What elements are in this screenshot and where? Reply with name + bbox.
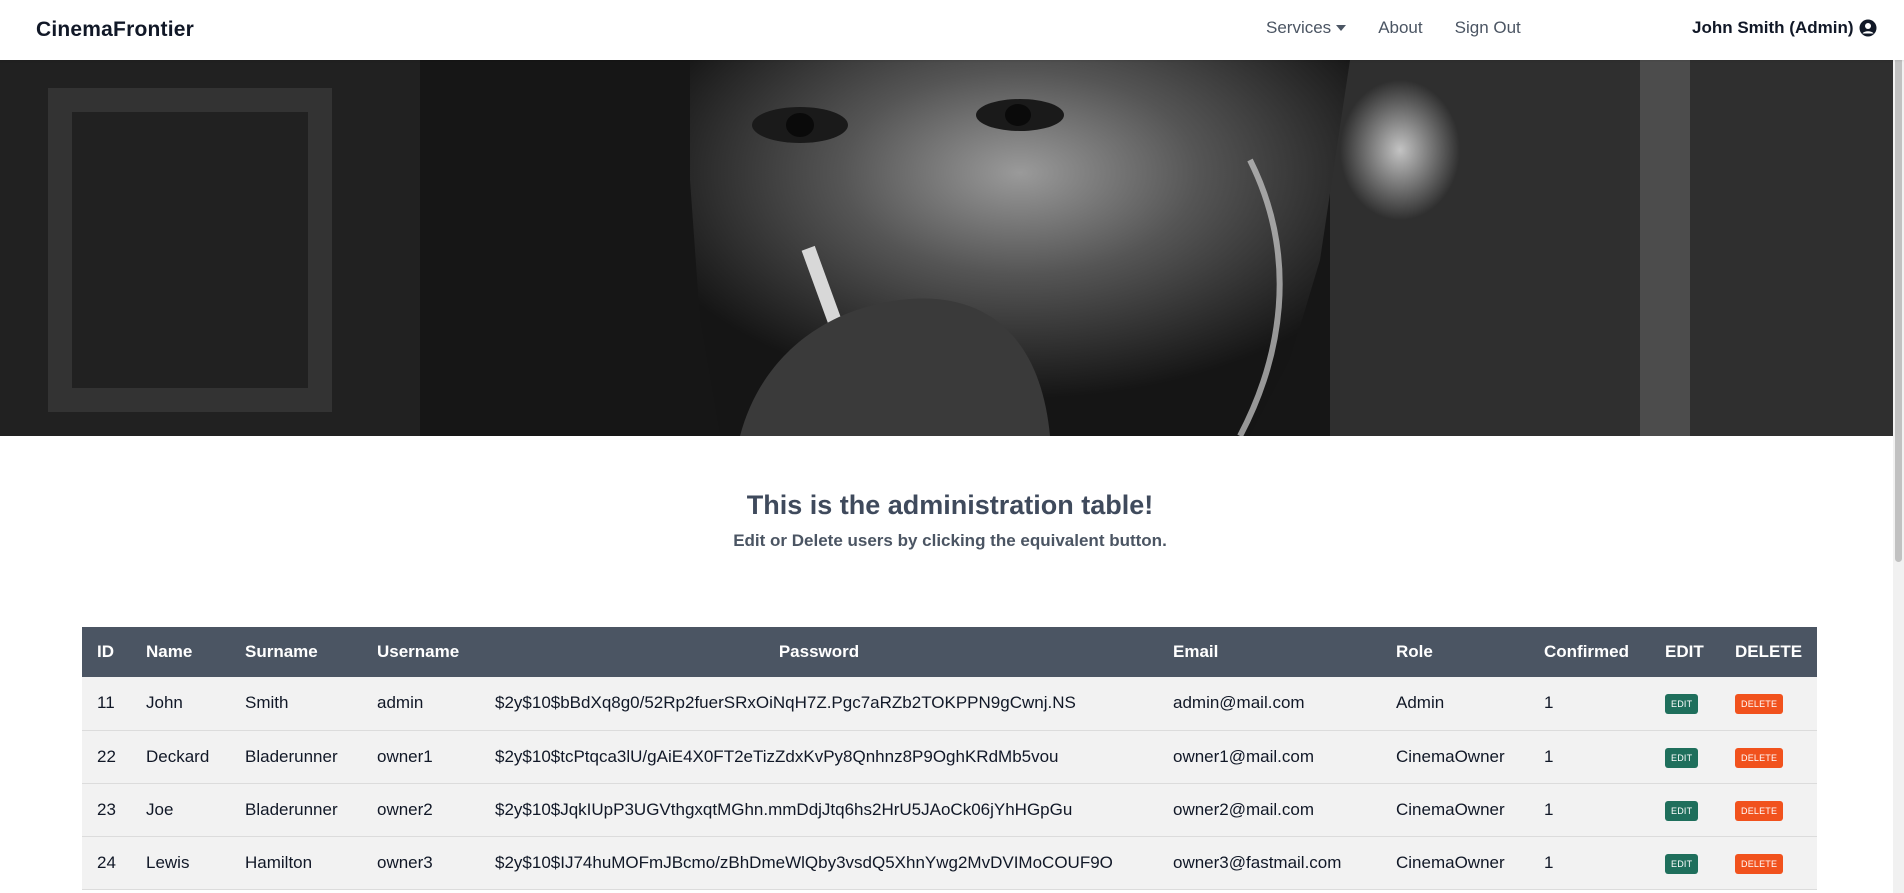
col-header-username: Username	[377, 642, 460, 661]
user-name: John Smith (Admin)	[1692, 18, 1854, 37]
hero-banner-image	[0, 60, 1893, 436]
cell-email: admin@mail.com	[1173, 693, 1305, 713]
col-header-password: Password	[778, 642, 860, 661]
hero-photo-illustration	[0, 60, 1893, 436]
cell-confirmed: 1	[1544, 693, 1554, 713]
top-navbar: CinemaFrontier Services About Sign Out J…	[0, 0, 1904, 60]
page-subtitle: Edit or Delete users by clicking the equ…	[733, 531, 1167, 550]
cell-username: owner1	[377, 746, 433, 766]
col-header-surname: Surname	[245, 642, 318, 661]
cell-confirmed: 1	[1544, 852, 1554, 872]
cell-surname: Hamilton	[245, 852, 313, 872]
scrollbar-thumb[interactable]	[1895, 2, 1902, 562]
col-header-role: Role	[1396, 642, 1433, 661]
cell-email: owner1@mail.com	[1173, 746, 1315, 766]
delete-button[interactable]: DELETE	[1735, 747, 1784, 768]
cell-id: 22	[97, 746, 116, 766]
cell-id: 11	[97, 693, 115, 713]
table-row: 11 John Smith admin $2y$10$bBdXq8g0/52Rp…	[82, 677, 1817, 730]
cell-name: John	[146, 693, 183, 713]
col-header-confirmed: Confirmed	[1544, 642, 1629, 661]
cell-id: 23	[97, 799, 116, 819]
col-header-name: Name	[146, 642, 193, 661]
user-menu[interactable]: John Smith (Admin)	[1692, 18, 1877, 38]
page-title: This is the administration table!	[746, 490, 1154, 520]
cell-email: owner3@fastmail.com	[1173, 852, 1342, 872]
col-header-edit: EDIT	[1665, 642, 1704, 661]
cell-role: CinemaOwner	[1396, 799, 1505, 819]
table-row: 24 Lewis Hamilton owner3 $2y$10$IJ74huMO…	[82, 836, 1817, 889]
col-header-delete: DELETE	[1735, 642, 1803, 661]
nav-services-dropdown[interactable]: Services	[1266, 18, 1347, 38]
cell-role: CinemaOwner	[1396, 746, 1505, 766]
delete-button[interactable]: DELETE	[1735, 853, 1784, 874]
nav-signout-link[interactable]: Sign Out	[1455, 18, 1521, 38]
cell-email: owner2@mail.com	[1173, 799, 1315, 819]
nav-about-link[interactable]: About	[1378, 18, 1422, 38]
cell-password: $2y$10$JqkIUpP3UGVthgxqtMGhn.mmDdjJtq6hs…	[495, 799, 1073, 819]
cell-password: $2y$10$IJ74huMOFmJBcmo/zBhDmeWlQby3vsdQ5…	[495, 852, 1113, 872]
cell-surname: Bladerunner	[245, 799, 338, 819]
user-circle-icon	[1859, 19, 1877, 37]
edit-button[interactable]: EDIT	[1665, 747, 1699, 768]
edit-button[interactable]: EDIT	[1665, 694, 1699, 715]
table-row: 23 Joe Bladerunner owner2 $2y$10$JqkIUpP…	[82, 783, 1817, 836]
col-header-id: ID	[97, 642, 114, 661]
cell-id: 24	[97, 852, 116, 872]
cell-name: Lewis	[146, 852, 190, 872]
brand-logo[interactable]: CinemaFrontier	[36, 18, 194, 42]
nav-services-label: Services	[1266, 18, 1332, 37]
cell-role: Admin	[1396, 693, 1445, 713]
edit-button[interactable]: EDIT	[1665, 853, 1699, 874]
cell-username: owner3	[377, 852, 433, 872]
table-header-row: ID Name Surname Username Password Email …	[82, 627, 1817, 677]
delete-button[interactable]: DELETE	[1735, 800, 1784, 821]
edit-button[interactable]: EDIT	[1665, 800, 1699, 821]
caret-down-icon	[1336, 25, 1347, 31]
cell-password: $2y$10$tcPtqca3lU/gAiE4X0FT2eTizZdxKvPy8…	[495, 746, 1059, 766]
cell-surname: Smith	[245, 693, 289, 713]
cell-surname: Bladerunner	[245, 746, 338, 766]
cell-confirmed: 1	[1544, 799, 1554, 819]
admin-users-table: ID Name Surname Username Password Email …	[82, 627, 1817, 890]
cell-role: CinemaOwner	[1396, 852, 1505, 872]
cell-name: Deckard	[146, 746, 210, 766]
col-header-email: Email	[1173, 642, 1219, 661]
cell-username: owner2	[377, 799, 433, 819]
table-row: 22 Deckard Bladerunner owner1 $2y$10$tcP…	[82, 730, 1817, 783]
cell-confirmed: 1	[1544, 746, 1554, 766]
nav-links: Services About Sign Out	[1266, 18, 1521, 38]
cell-name: Joe	[146, 799, 174, 819]
cell-password: $2y$10$bBdXq8g0/52Rp2fuerSRxOiNqH7Z.Pgc7…	[495, 693, 1076, 713]
delete-button[interactable]: DELETE	[1735, 694, 1784, 715]
cell-username: admin	[377, 693, 424, 713]
